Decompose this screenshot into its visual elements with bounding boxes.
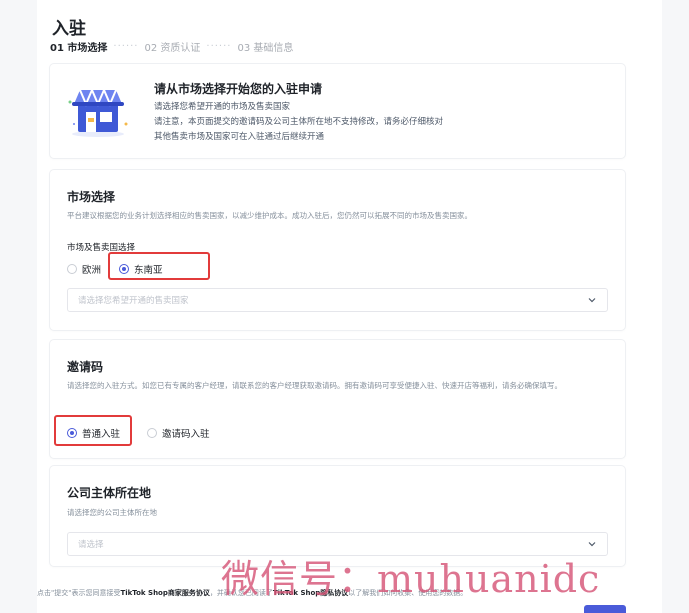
merchant-agreement-link[interactable]: TikTok Shop商家服务协议 <box>120 589 209 597</box>
watermark: 微信号：muhuanidc <box>221 557 601 601</box>
invite-desc: 请选择您的入驻方式。如您已有专属的客户经理，请联系您的客户经理获取邀请码。拥有邀… <box>67 381 562 390</box>
page-title: 入驻 <box>52 19 86 39</box>
radio-label: 欧洲 <box>82 265 102 276</box>
company-title: 公司主体所在地 <box>67 486 152 500</box>
invite-card: 邀请码 请选择您的入驻方式。如您已有专属的客户经理，请联系您的客户经理获取邀请码… <box>50 340 625 458</box>
radio-circle[interactable] <box>67 264 77 274</box>
step-market[interactable]: 01 市场选择 <box>50 39 107 54</box>
step-separator: ······ <box>113 41 139 52</box>
radio-europe[interactable]: 欧洲 <box>67 262 101 276</box>
highlight-box <box>54 415 132 446</box>
agreement-prefix: 点击"提交"表示您同意接受 <box>37 589 121 597</box>
country-select[interactable]: 请选择您希望开通的售卖国家 <box>67 288 608 312</box>
chevron-down-icon <box>588 298 596 303</box>
submit-button[interactable] <box>584 605 626 613</box>
highlight-box <box>108 252 210 280</box>
intro-line: 请注意，本页面提交的邀请码及公司主体所在地不支持修改，请务必仔细核对 <box>154 117 444 127</box>
radio-label: 邀请码入驻 <box>162 429 210 440</box>
market-card: 市场选择 平台建议根据您的业务计划选择相应的售卖国家，以减少维护成本。成功入驻后… <box>50 170 625 330</box>
select-placeholder: 请选择 <box>78 540 104 550</box>
radio-circle[interactable] <box>147 428 157 438</box>
right-gutter <box>662 0 689 613</box>
intro-title: 请从市场选择开始您的入驻申请 <box>154 82 323 96</box>
company-desc: 请选择您的公司主体所在地 <box>67 508 157 517</box>
step-basic-info: 03 基础信息 <box>237 43 294 54</box>
intro-card: 请从市场选择开始您的入驻申请 请选择您希望开通的市场及售卖国家 请注意，本页面提… <box>50 64 625 158</box>
market-title: 市场选择 <box>67 190 116 204</box>
step-indicator: 01 市场选择 ······ 02 资质认证 ······ 03 基础信息 <box>50 39 293 54</box>
select-placeholder: 请选择您希望开通的售卖国家 <box>78 296 189 306</box>
radio-invite-entry[interactable]: 邀请码入驻 <box>147 426 210 440</box>
intro-line: 请选择您希望开通的市场及售卖国家 <box>154 102 291 112</box>
market-desc: 平台建议根据您的业务计划选择相应的售卖国家，以减少维护成本。成功入驻后，您仍然可… <box>67 211 472 220</box>
invite-title: 邀请码 <box>67 360 104 374</box>
intro-line: 其他售卖市场及国家可在入驻通过后继续开通 <box>154 132 325 142</box>
step-separator: ······ <box>206 41 232 52</box>
storefront-icon <box>68 87 128 137</box>
step-qualification: 02 资质认证 <box>144 43 201 54</box>
